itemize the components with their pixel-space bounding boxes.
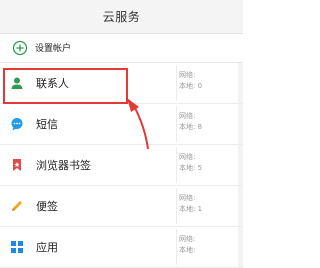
page-title: 云服务 bbox=[102, 10, 141, 24]
local-label: 本地: bbox=[179, 123, 196, 131]
local-value: 0 bbox=[197, 82, 203, 90]
setup-account-row[interactable]: 设置帐户 bbox=[0, 34, 243, 63]
local-label: 本地: bbox=[179, 205, 196, 213]
message-bubble-icon bbox=[11, 118, 23, 131]
row-edge bbox=[238, 227, 243, 267]
list-item-bookmarks[interactable]: 浏览器书签 网络: 本地: 5 bbox=[0, 145, 243, 186]
list-item-apps[interactable]: 应用 网络: 本地: bbox=[0, 227, 243, 268]
network-label: 网络: bbox=[179, 194, 196, 202]
bookmark-icon bbox=[13, 159, 21, 171]
local-label: 本地: bbox=[179, 164, 196, 172]
local-value: 5 bbox=[197, 164, 203, 172]
network-label: 网络: bbox=[179, 112, 196, 120]
setup-account-label: 设置帐户 bbox=[35, 44, 72, 54]
network-label: 网络: bbox=[179, 71, 196, 79]
local-value: 8 bbox=[197, 123, 203, 131]
item-stats: 网络: 本地: 0 bbox=[179, 70, 202, 92]
contact-person-icon bbox=[11, 77, 23, 89]
item-label: 浏览器书签 bbox=[36, 159, 91, 172]
row-edge bbox=[238, 186, 243, 226]
item-label: 联系人 bbox=[36, 77, 69, 90]
item-stats: 网络: 本地: 8 bbox=[179, 111, 202, 133]
column-divider bbox=[176, 229, 177, 265]
column-divider bbox=[176, 188, 177, 224]
item-stats: 网络: 本地: bbox=[179, 234, 195, 256]
list-item-messages[interactable]: 短信 网络: 本地: 8 bbox=[0, 104, 243, 145]
column-divider bbox=[176, 147, 177, 183]
list-item-contacts[interactable]: 联系人 网络: 本地: 0 bbox=[0, 63, 243, 104]
app-header: 云服务 bbox=[0, 0, 243, 34]
sync-item-list: 联系人 网络: 本地: 0 短信 网络: 本地: 8 浏览器书签 网络: 本地:… bbox=[0, 63, 243, 268]
item-label: 应用 bbox=[36, 241, 58, 254]
network-label: 网络: bbox=[179, 153, 196, 161]
row-edge bbox=[238, 104, 243, 144]
network-label: 网络: bbox=[179, 235, 196, 243]
item-stats: 网络: 本地: 1 bbox=[179, 193, 202, 215]
column-divider bbox=[176, 65, 177, 101]
row-edge bbox=[238, 63, 243, 103]
column-divider bbox=[176, 106, 177, 142]
apps-grid-icon bbox=[11, 241, 23, 253]
local-value: 1 bbox=[197, 205, 203, 213]
pencil-icon bbox=[12, 201, 22, 211]
list-item-notes[interactable]: 便签 网络: 本地: 1 bbox=[0, 186, 243, 227]
item-label: 短信 bbox=[36, 118, 58, 131]
row-edge bbox=[238, 145, 243, 185]
add-circle-icon bbox=[12, 40, 28, 56]
item-label: 便签 bbox=[36, 200, 58, 213]
item-stats: 网络: 本地: 5 bbox=[179, 152, 202, 174]
local-label: 本地: bbox=[179, 82, 196, 90]
local-label: 本地: bbox=[179, 246, 196, 254]
